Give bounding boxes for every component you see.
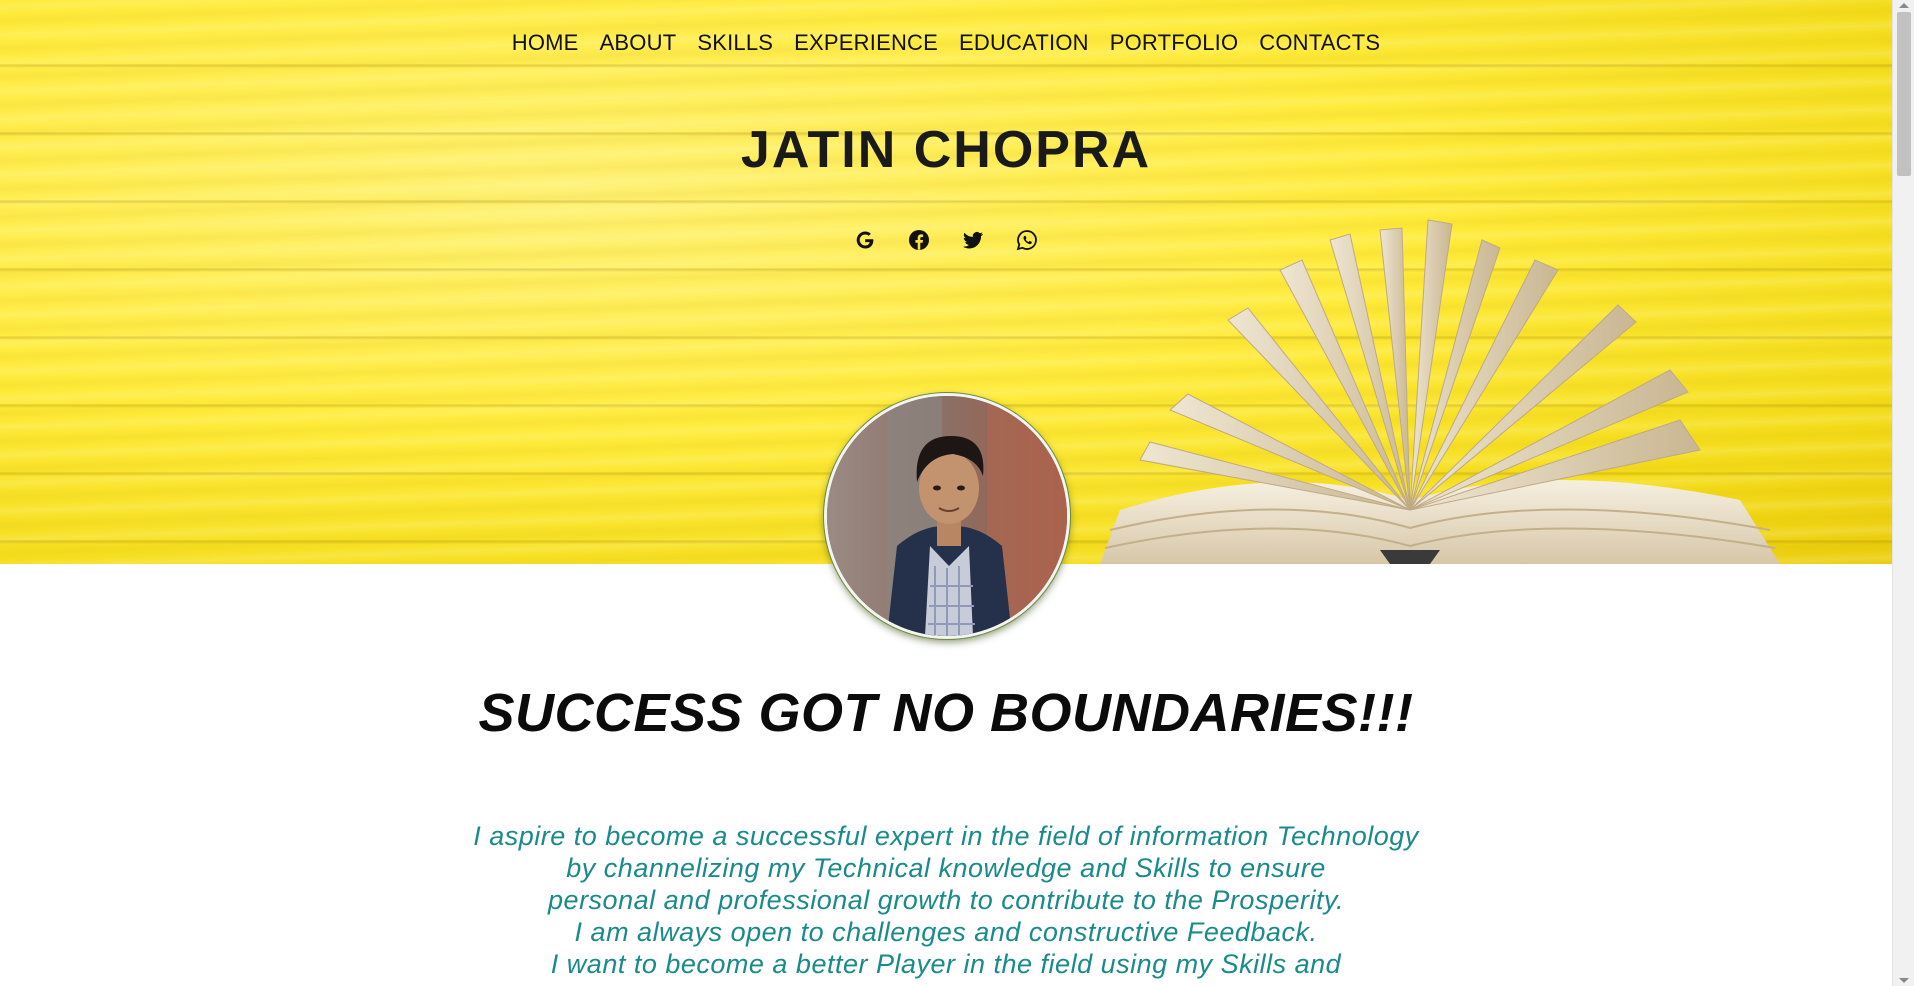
about-line: by channelizing my Technical knowledge a…	[566, 853, 1326, 883]
nav-contacts[interactable]: CONTACTS	[1259, 30, 1380, 56]
about-line: I am always open to challenges and const…	[574, 917, 1318, 947]
vertical-scrollbar[interactable]	[1892, 0, 1914, 986]
twitter-link[interactable]	[961, 228, 985, 252]
profile-name: JATIN CHOPRA	[740, 121, 1152, 179]
nav-about[interactable]: ABOUT	[600, 30, 677, 56]
main-nav: HOME ABOUT SKILLS EXPERIENCE EDUCATION P…	[0, 30, 1892, 56]
profile-avatar	[824, 393, 1070, 639]
scroll-up-icon[interactable]	[1899, 3, 1909, 8]
about-text: I aspire to become a successful expert i…	[0, 820, 1892, 980]
scroll-thumb[interactable]	[1897, 12, 1911, 176]
google-link[interactable]	[853, 228, 877, 252]
nav-skills[interactable]: SKILLS	[697, 30, 773, 56]
social-links	[0, 228, 1892, 252]
profile-photo	[827, 396, 1067, 636]
scroll-down-icon[interactable]	[1899, 978, 1909, 983]
google-icon	[856, 231, 874, 249]
open-book-image	[1100, 219, 1780, 564]
about-line: personal and professional growth to cont…	[548, 885, 1344, 915]
about-line: I want to become a better Player in the …	[550, 949, 1342, 979]
whatsapp-icon	[1016, 230, 1037, 251]
motto-heading: SUCCESS GOT NO BOUNDARIES!!!	[478, 683, 1414, 743]
about-line: I aspire to become a successful expert i…	[473, 821, 1419, 851]
whatsapp-link[interactable]	[1015, 228, 1039, 252]
nav-home[interactable]: HOME	[512, 30, 579, 56]
facebook-link[interactable]	[907, 228, 931, 252]
nav-experience[interactable]: EXPERIENCE	[794, 30, 938, 56]
twitter-icon	[963, 231, 983, 249]
nav-education[interactable]: EDUCATION	[959, 30, 1089, 56]
facebook-icon	[909, 230, 929, 250]
nav-portfolio[interactable]: PORTFOLIO	[1110, 30, 1239, 56]
